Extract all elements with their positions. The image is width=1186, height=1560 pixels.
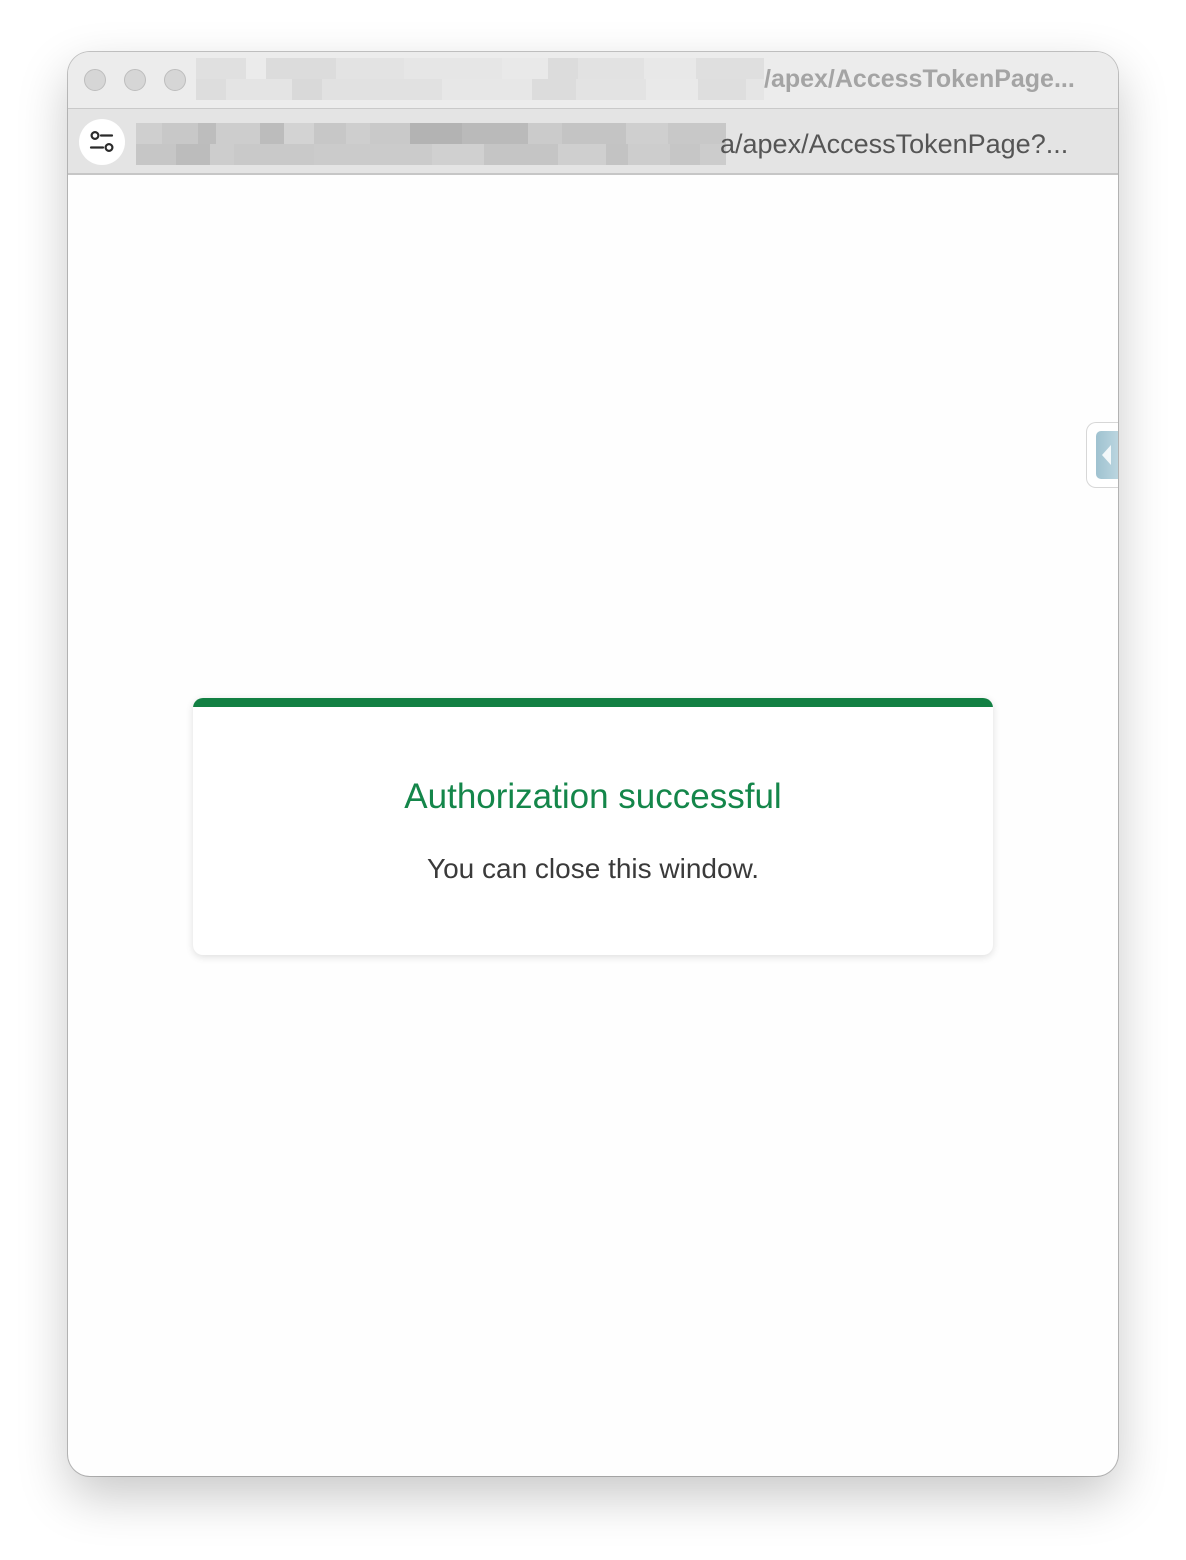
side-panel-handle[interactable]	[1096, 431, 1118, 479]
browser-window: /apex/AccessTokenPage... a/apex/AccessTo…	[68, 52, 1118, 1476]
card-accent-bar	[193, 698, 993, 707]
site-settings-button[interactable]	[79, 119, 125, 165]
zoom-window-button[interactable]	[164, 69, 186, 91]
url-text[interactable]: a/apex/AccessTokenPage?...	[720, 128, 1068, 160]
title-bar: /apex/AccessTokenPage...	[68, 52, 1118, 109]
redacted-url	[136, 123, 726, 165]
authorization-title: Authorization successful	[404, 777, 782, 816]
close-window-button[interactable]	[84, 69, 106, 91]
authorization-message-card: Authorization successful You can close t…	[193, 698, 993, 955]
authorization-message: You can close this window.	[426, 853, 760, 884]
chevron-left-icon	[1102, 445, 1111, 465]
minimize-window-button[interactable]	[124, 69, 146, 91]
sliders-icon	[89, 131, 114, 153]
redacted-title	[196, 58, 764, 100]
address-bar[interactable]: a/apex/AccessTokenPage?...	[68, 109, 1118, 175]
window-title: /apex/AccessTokenPage...	[764, 65, 1075, 93]
side-panel-tab[interactable]	[1086, 422, 1118, 488]
